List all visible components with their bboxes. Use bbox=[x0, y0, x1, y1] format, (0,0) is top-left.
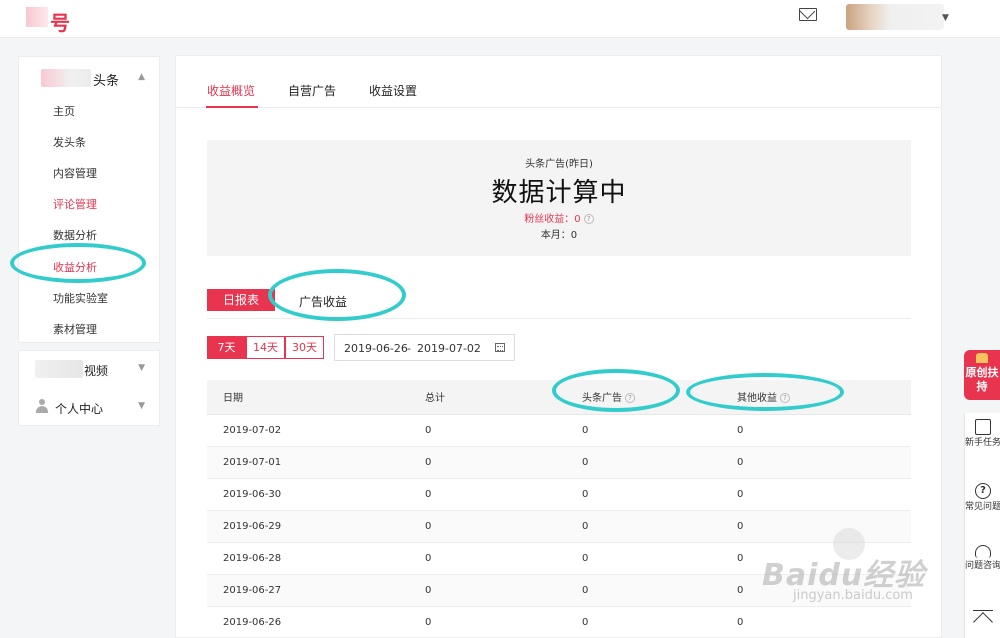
sidebar-section-video[interactable]: 视频 ▼ bbox=[31, 358, 149, 380]
sidebar-section-blurred-name bbox=[41, 69, 91, 87]
cell-other-income: 0 bbox=[737, 478, 911, 511]
person-icon bbox=[35, 399, 49, 414]
sidebar-video-title: 视频 bbox=[84, 364, 109, 378]
question-icon: ? bbox=[975, 483, 991, 499]
help-toolbar: 新手任务 ? 常见问题 问题咨询 bbox=[964, 413, 1000, 638]
original-support-badge[interactable]: 原创扶持 bbox=[964, 350, 1000, 400]
sidebar-section-header[interactable]: 头条 ▲ bbox=[31, 67, 149, 89]
table-row: 2019-06-26 0 0 0 bbox=[207, 606, 911, 638]
this-month-income: 本月：0 bbox=[540, 230, 578, 241]
table-row: 2019-06-30 0 0 0 bbox=[207, 478, 911, 511]
newbie-tasks-label: 新手任务 bbox=[965, 438, 1000, 448]
tab-daily-report[interactable]: 日报表 bbox=[207, 289, 275, 311]
calendar-icon[interactable] bbox=[495, 343, 505, 352]
cell-date: 2019-06-30 bbox=[207, 478, 425, 511]
sidebar-video-blurred-name bbox=[35, 360, 83, 378]
date-start: 2019-06-26 bbox=[344, 342, 408, 355]
sidebar-item-lab[interactable]: 功能实验室 bbox=[53, 290, 108, 306]
cell-date: 2019-06-26 bbox=[207, 606, 425, 638]
fans-income: 粉丝收益：0? bbox=[207, 210, 911, 225]
cell-total: 0 bbox=[425, 606, 582, 638]
clipboard-icon bbox=[975, 419, 991, 435]
faq-label: 常见问题 bbox=[965, 502, 1000, 512]
annotation-circle-ad-income bbox=[268, 269, 406, 321]
cell-date: 2019-06-27 bbox=[207, 574, 425, 607]
range-7-days-button[interactable]: 7天 bbox=[207, 336, 246, 359]
back-to-top-icon[interactable] bbox=[973, 612, 993, 632]
tab-income-settings[interactable]: 收益设置 bbox=[369, 82, 417, 99]
sidebar-item-comments[interactable]: 评论管理 bbox=[53, 196, 97, 212]
sidebar-personal-title: 个人中心 bbox=[55, 402, 104, 416]
sidebar-nav: 头条 ▲ 主页 发头条 内容管理 评论管理 数据分析 收益分析 功能实验室 素材… bbox=[18, 56, 160, 343]
cell-date: 2019-07-02 bbox=[207, 414, 425, 447]
sidebar-section-title: 头条 bbox=[93, 74, 120, 89]
active-tab-indicator bbox=[206, 106, 258, 108]
cell-toutiao-ads: 0 bbox=[582, 446, 737, 479]
cell-total: 0 bbox=[425, 478, 582, 511]
mail-icon[interactable] bbox=[799, 8, 817, 21]
consult-label: 问题咨询 bbox=[965, 561, 1000, 571]
table-row: 2019-07-02 0 0 0 bbox=[207, 414, 911, 447]
headset-icon bbox=[975, 545, 991, 558]
column-header-date: 日期 bbox=[207, 380, 425, 415]
annotation-circle-toutiao-ads bbox=[552, 369, 680, 412]
tab-bar: 收益概览 自营广告 收益设置 bbox=[176, 56, 941, 108]
annotation-circle-income-analysis bbox=[10, 243, 146, 283]
cell-toutiao-ads: 0 bbox=[582, 606, 737, 638]
date-range-picker[interactable]: 2019-06-26 - 2019-07-02 bbox=[334, 334, 515, 361]
chevron-up-icon[interactable]: ▲ bbox=[138, 72, 145, 82]
tab-income-overview[interactable]: 收益概览 bbox=[207, 82, 255, 99]
cell-total: 0 bbox=[425, 446, 582, 479]
cell-date: 2019-06-28 bbox=[207, 542, 425, 575]
cell-toutiao-ads: 0 bbox=[582, 510, 737, 543]
sidebar-item-content[interactable]: 内容管理 bbox=[53, 165, 97, 181]
logo-blurred bbox=[26, 7, 48, 27]
cell-total: 0 bbox=[425, 574, 582, 607]
chevron-down-icon[interactable]: ▼ bbox=[138, 401, 145, 411]
cell-toutiao-ads: 0 bbox=[582, 414, 737, 447]
watermark-url: jingyan.baidu.com bbox=[793, 588, 913, 603]
summary-panel: 头条广告(昨日) 数据计算中 粉丝收益：0? 本月：0 bbox=[207, 140, 911, 256]
sidebar-item-materials[interactable]: 素材管理 bbox=[53, 321, 97, 337]
back-to-top-bar bbox=[973, 610, 993, 611]
sidebar-item-publish[interactable]: 发头条 bbox=[53, 134, 86, 150]
date-separator: - bbox=[407, 342, 411, 355]
cell-other-income: 0 bbox=[737, 606, 911, 638]
annotation-circle-other-income bbox=[686, 373, 844, 411]
chevron-down-icon[interactable]: ▼ bbox=[138, 363, 145, 373]
chevron-down-icon[interactable]: ▼ bbox=[942, 13, 949, 23]
cell-other-income: 0 bbox=[737, 446, 911, 479]
logo-suffix: 号 bbox=[50, 11, 70, 35]
cell-other-income: 0 bbox=[737, 510, 911, 543]
range-14-days-button[interactable]: 14天 bbox=[246, 336, 285, 359]
sidebar-item-data-analysis[interactable]: 数据分析 bbox=[53, 227, 97, 243]
consult-button[interactable]: 问题咨询 bbox=[965, 545, 1000, 572]
range-30-days-button[interactable]: 30天 bbox=[285, 336, 324, 359]
sidebar-section-personal[interactable]: 个人中心 ▼ bbox=[31, 396, 149, 418]
newbie-tasks-button[interactable]: 新手任务 bbox=[965, 419, 1000, 449]
sidebar-item-home[interactable]: 主页 bbox=[53, 103, 75, 119]
table-row: 2019-07-01 0 0 0 bbox=[207, 446, 911, 479]
faq-button[interactable]: ? 常见问题 bbox=[965, 483, 1000, 513]
sidebar-secondary: 视频 ▼ 个人中心 ▼ bbox=[18, 350, 160, 426]
summary-status: 数据计算中 bbox=[491, 178, 627, 208]
cell-total: 0 bbox=[425, 510, 582, 543]
cell-date: 2019-07-01 bbox=[207, 446, 425, 479]
cell-total: 0 bbox=[425, 542, 582, 575]
cell-toutiao-ads: 0 bbox=[582, 574, 737, 607]
summary-label: 头条广告(昨日) bbox=[525, 159, 593, 170]
fans-income-text: 粉丝收益：0 bbox=[524, 214, 581, 225]
logo[interactable]: 号 bbox=[26, 7, 70, 36]
avatar[interactable] bbox=[846, 4, 944, 30]
date-end: 2019-07-02 bbox=[417, 342, 481, 355]
cell-toutiao-ads: 0 bbox=[582, 478, 737, 511]
cell-toutiao-ads: 0 bbox=[582, 542, 737, 575]
tab-self-ads[interactable]: 自营广告 bbox=[288, 82, 336, 99]
cell-total: 0 bbox=[425, 414, 582, 447]
table-row: 2019-06-29 0 0 0 bbox=[207, 510, 911, 543]
cell-date: 2019-06-29 bbox=[207, 510, 425, 543]
top-header: 号 ▼ bbox=[0, 0, 1000, 38]
cell-other-income: 0 bbox=[737, 414, 911, 447]
help-icon[interactable]: ? bbox=[583, 214, 594, 224]
